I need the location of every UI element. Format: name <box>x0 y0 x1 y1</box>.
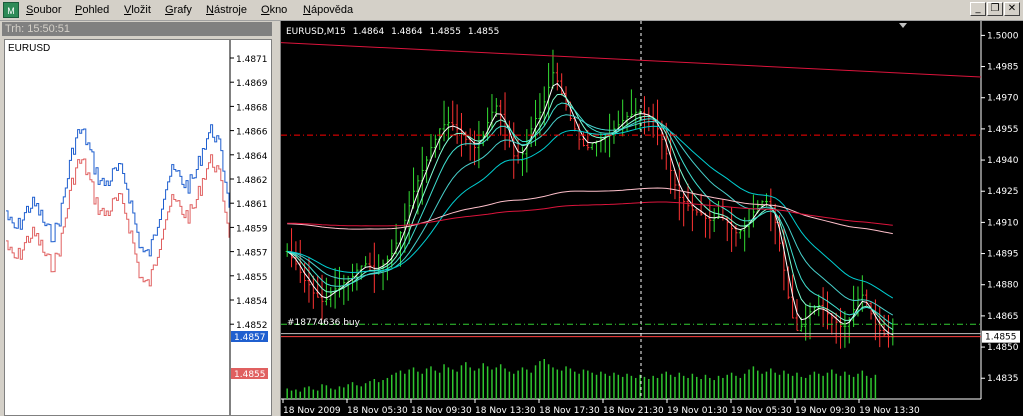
menu-pohled[interactable]: Pohled <box>75 3 109 17</box>
menu-vlozit[interactable]: Vložit <box>124 3 151 17</box>
tick-price-label: 1.4852 <box>236 321 268 331</box>
x-tick-label: 19 Nov 01:30 <box>667 406 728 416</box>
tick-price-label: 1.4855 <box>236 273 268 283</box>
tick-price-label: 1.4869 <box>236 79 268 89</box>
menu-bar: M Soubor Pohled Vložit Grafy Nástroje Ok… <box>0 0 1023 21</box>
y-tick-label: 1.4985 <box>987 63 1019 73</box>
y-tick-label: 1.4880 <box>987 281 1019 291</box>
x-tick-label: 18 Nov 17:30 <box>539 406 600 416</box>
tick-price-label: 1.4864 <box>236 152 268 162</box>
y-tick-label: 1.4925 <box>987 187 1019 197</box>
tick-price-label: 1.4866 <box>236 128 268 138</box>
tick-price-label: 1.4871 <box>236 55 268 65</box>
app-icon[interactable]: M <box>3 2 19 18</box>
menu-soubor[interactable]: Soubor <box>26 3 61 17</box>
y-tick-label: 1.4835 <box>987 374 1019 384</box>
tick-chart-panel: Trh: 15:50:51 1.4871 1.4869 1.4868 1.4866 1.… <box>0 21 276 416</box>
tick-bid-line <box>6 154 230 287</box>
y-tick-label: 1.4940 <box>987 156 1019 166</box>
close-button[interactable]: ✕ <box>1004 2 1020 16</box>
minimize-button[interactable]: _ <box>970 2 986 16</box>
main-chart-svg: 1.5000 1.4985 1.4970 1.4955 1.4940 1.4925 1.49… <box>281 21 1020 416</box>
ma-slow-line <box>287 187 893 235</box>
x-tick-label: 19 Nov 13:30 <box>859 406 920 416</box>
y-tick-label: 1.4955 <box>987 125 1019 135</box>
tick-ask-line <box>6 124 230 257</box>
y-tick-label: 1.4865 <box>987 312 1019 322</box>
x-tick-label: 18 Nov 05:30 <box>347 406 408 416</box>
chart-high: 1.4864 <box>391 27 423 37</box>
x-tick-label: 19 Nov 09:30 <box>795 406 856 416</box>
x-tick-label: 18 Nov 13:30 <box>475 406 536 416</box>
tick-chart-title[interactable]: Trh: 15:50:51 <box>2 22 272 36</box>
x-tick-label: 18 Nov 09:30 <box>411 406 472 416</box>
x-tick-label: 18 Nov 2009 <box>283 406 341 416</box>
menu-nastroje[interactable]: Nástroje <box>206 3 247 17</box>
main-chart[interactable]: 1.5000 1.4985 1.4970 1.4955 1.4940 1.4925 1.49… <box>280 21 1023 416</box>
ma-6-line <box>287 93 894 330</box>
ask-price-text: 1.4857 <box>234 333 266 343</box>
tick-price-label: 1.4868 <box>236 103 268 113</box>
y-tick-label: 1.5000 <box>987 31 1019 41</box>
menu-okno[interactable]: Okno <box>261 3 287 17</box>
tick-chart[interactable]: 1.4871 1.4869 1.4868 1.4866 1.4864 1.4862 1.48… <box>4 39 272 416</box>
tick-price-label: 1.4861 <box>236 200 268 210</box>
tick-price-label: 1.4859 <box>236 224 268 234</box>
tick-chart-symbol: EURUSD <box>8 43 51 54</box>
x-tick-label: 18 Nov 21:30 <box>603 406 664 416</box>
menu-grafy[interactable]: Grafy <box>165 3 192 17</box>
order-label[interactable]: #18774636 buy <box>287 318 360 328</box>
y-tick-label: 1.4850 <box>987 343 1019 353</box>
chart-shift-icon[interactable] <box>899 23 907 28</box>
tick-price-label: 1.4854 <box>236 297 268 307</box>
y-tick-label: 1.4910 <box>987 218 1019 228</box>
bid-price-text: 1.4855 <box>234 370 266 380</box>
chart-symbol: EURUSD,M15 <box>286 27 346 37</box>
current-price-text: 1.4855 <box>985 333 1017 343</box>
trend-line <box>281 42 982 78</box>
menu-napoveda[interactable]: Nápověda <box>303 3 353 17</box>
chart-header: EURUSD,M15 1.4864 1.4864 1.4855 1.4855 <box>286 27 503 37</box>
tick-price-label: 1.4862 <box>236 176 268 186</box>
restore-button[interactable]: ❐ <box>987 2 1003 16</box>
y-tick-label: 1.4895 <box>987 250 1019 260</box>
tick-chart-svg: 1.4871 1.4869 1.4868 1.4866 1.4864 1.4862 1.48… <box>6 40 268 415</box>
chart-close: 1.4855 <box>467 27 500 37</box>
ma-18-line <box>287 114 894 316</box>
tick-price-label: 1.4857 <box>236 249 268 259</box>
ma-slowest-line <box>287 201 893 227</box>
chart-low: 1.4855 <box>429 27 461 37</box>
ma-fast-line <box>286 82 894 336</box>
chart-open: 1.4864 <box>352 27 385 37</box>
x-tick-label: 19 Nov 05:30 <box>731 406 792 416</box>
y-tick-label: 1.4970 <box>987 94 1019 104</box>
